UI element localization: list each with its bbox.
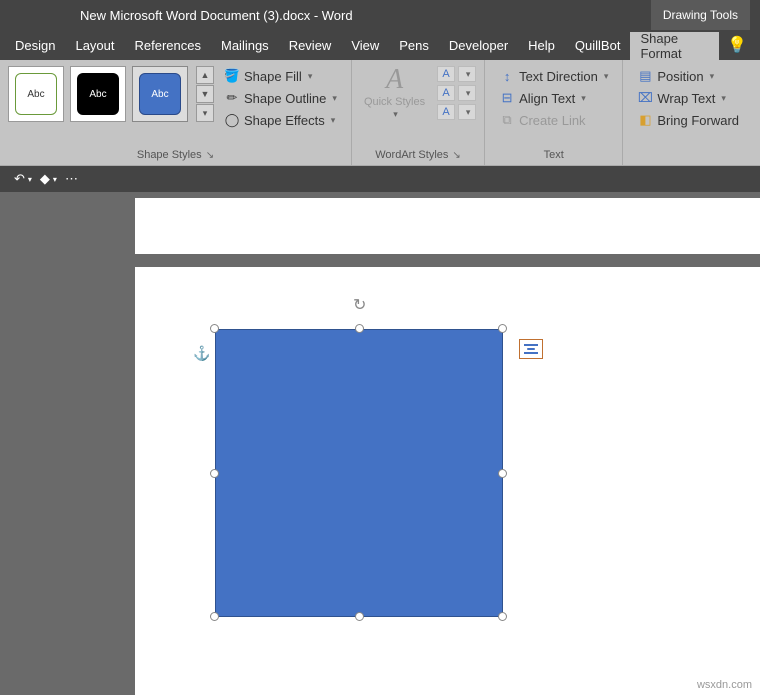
tab-quillbot[interactable]: QuillBot: [565, 32, 631, 59]
tab-shape-format[interactable]: Shape Format: [630, 32, 719, 60]
position-icon: ▤: [637, 68, 653, 84]
layout-options-icon: [524, 344, 538, 354]
group-wordart-styles: A Quick Styles ▾ A ▾ A ▾ A ▾ WordArt Sty…: [352, 60, 485, 165]
text-effects-button[interactable]: A: [437, 104, 455, 120]
resize-handle-ml[interactable]: [210, 469, 219, 478]
text-direction-icon: ↕: [499, 68, 515, 84]
shape-style-2[interactable]: Abc: [70, 66, 126, 122]
text-outline-button[interactable]: A: [437, 85, 455, 101]
anchor-icon[interactable]: ⚓: [193, 345, 210, 362]
bucket-icon: 🪣: [224, 68, 240, 84]
gallery-more-icon[interactable]: ▾: [196, 104, 214, 122]
undo-icon: ↶: [14, 171, 25, 187]
tab-mailings[interactable]: Mailings: [211, 32, 279, 59]
effects-icon: ◯: [224, 112, 240, 128]
quick-access-toolbar: ↶▾ ◆▾ ⋯: [0, 166, 760, 192]
gallery-nav: ▲ ▼ ▾: [196, 66, 214, 123]
tab-review[interactable]: Review: [279, 32, 342, 59]
shape-style-3[interactable]: Abc: [132, 66, 188, 122]
paint-icon: ◆: [40, 171, 50, 187]
shape-outline-button[interactable]: ✏Shape Outline▾: [220, 88, 341, 108]
pen-icon: ✏: [224, 90, 240, 106]
bring-forward-button[interactable]: ◧Bring Forward: [633, 110, 743, 130]
resize-handle-tl[interactable]: [210, 324, 219, 333]
title-bar: New Microsoft Word Document (3).docx - W…: [0, 0, 760, 30]
qat-more[interactable]: ⋯: [65, 171, 78, 187]
text-direction-button[interactable]: ↕Text Direction▾: [495, 66, 612, 86]
page-current[interactable]: ⚓ ↻: [135, 267, 760, 695]
chevron-down-icon: ▾: [28, 175, 32, 184]
ribbon: Abc Abc Abc ▲ ▼ ▾ 🪣Shape Fill▾ ✏Shape Ou…: [0, 60, 760, 166]
link-icon: ⧉: [499, 112, 515, 128]
chevron-down-icon: ▾: [308, 71, 313, 82]
page-previous[interactable]: [135, 198, 760, 254]
chevron-down-icon: ▾: [332, 93, 337, 104]
shape-style-1[interactable]: Abc: [8, 66, 64, 122]
text-fill-dropdown[interactable]: ▾: [458, 66, 476, 82]
position-button[interactable]: ▤Position▾: [633, 66, 743, 86]
watermark-text: wsxdn.com: [697, 679, 752, 691]
rectangle-shape[interactable]: [215, 329, 503, 617]
wordart-a-icon: A: [386, 66, 403, 94]
group-arrange: ▤Position▾ ⌧Wrap Text▾ ◧Bring Forward: [623, 60, 753, 165]
chevron-down-icon: ▾: [393, 109, 398, 120]
text-outline-dropdown[interactable]: ▾: [458, 85, 476, 101]
group-shape-styles: Abc Abc Abc ▲ ▼ ▾ 🪣Shape Fill▾ ✏Shape Ou…: [0, 60, 352, 165]
tab-developer[interactable]: Developer: [439, 32, 518, 59]
shape-effects-button[interactable]: ◯Shape Effects▾: [220, 110, 341, 130]
wrap-text-icon: ⌧: [637, 90, 653, 106]
align-text-button[interactable]: ⊟Align Text▾: [495, 88, 612, 108]
group-label-shape-styles: Shape Styles: [137, 149, 202, 161]
create-link-button: ⧉Create Link: [495, 110, 612, 130]
resize-handle-tm[interactable]: [355, 324, 364, 333]
chevron-down-icon: ▾: [710, 71, 715, 82]
selected-shape[interactable]: ↻: [215, 329, 515, 629]
dialog-launcher-icon[interactable]: ↘: [452, 150, 460, 161]
chevron-down-icon: ▾: [581, 93, 586, 104]
chevron-down-icon: ▾: [721, 93, 726, 104]
resize-handle-mr[interactable]: [498, 469, 507, 478]
chevron-down-icon: ▾: [331, 115, 336, 126]
wrap-text-button[interactable]: ⌧Wrap Text▾: [633, 88, 743, 108]
document-area: ⚓ ↻: [0, 192, 760, 695]
quick-styles-button[interactable]: A Quick Styles ▾: [358, 64, 431, 122]
bring-forward-icon: ◧: [637, 112, 653, 128]
layout-options-button[interactable]: [519, 339, 543, 359]
context-tab-label: Drawing Tools: [651, 0, 750, 30]
chevron-down-icon: ▾: [53, 175, 57, 184]
tab-view[interactable]: View: [341, 32, 389, 59]
resize-handle-tr[interactable]: [498, 324, 507, 333]
dialog-launcher-icon[interactable]: ↘: [206, 150, 214, 161]
tab-help[interactable]: Help: [518, 32, 565, 59]
text-fill-button[interactable]: A: [437, 66, 455, 82]
shape-style-gallery: Abc Abc Abc ▲ ▼ ▾: [6, 64, 216, 125]
text-effects-dropdown[interactable]: ▾: [458, 104, 476, 120]
resize-handle-br[interactable]: [498, 612, 507, 621]
group-label-wordart: WordArt Styles: [375, 149, 448, 161]
document-title: New Microsoft Word Document (3).docx - W…: [0, 8, 651, 23]
tab-layout[interactable]: Layout: [65, 32, 124, 59]
resize-handle-bm[interactable]: [355, 612, 364, 621]
tell-me-icon[interactable]: 💡: [719, 35, 755, 55]
chevron-down-icon: ▾: [604, 71, 609, 82]
gallery-down-icon[interactable]: ▼: [196, 85, 214, 103]
group-text: ↕Text Direction▾ ⊟Align Text▾ ⧉Create Li…: [485, 60, 623, 165]
tab-design[interactable]: Design: [5, 32, 65, 59]
align-text-icon: ⊟: [499, 90, 515, 106]
resize-handle-bl[interactable]: [210, 612, 219, 621]
group-label-text: Text: [544, 149, 564, 161]
gallery-up-icon[interactable]: ▲: [196, 66, 214, 84]
tab-references[interactable]: References: [125, 32, 211, 59]
rotate-handle-icon[interactable]: ↻: [353, 295, 367, 309]
undo-button[interactable]: ↶▾: [14, 171, 32, 187]
tab-pens[interactable]: Pens: [389, 32, 439, 59]
format-painter-button[interactable]: ◆▾: [40, 171, 57, 187]
shape-fill-button[interactable]: 🪣Shape Fill▾: [220, 66, 341, 86]
menu-bar: Design Layout References Mailings Review…: [0, 30, 760, 60]
